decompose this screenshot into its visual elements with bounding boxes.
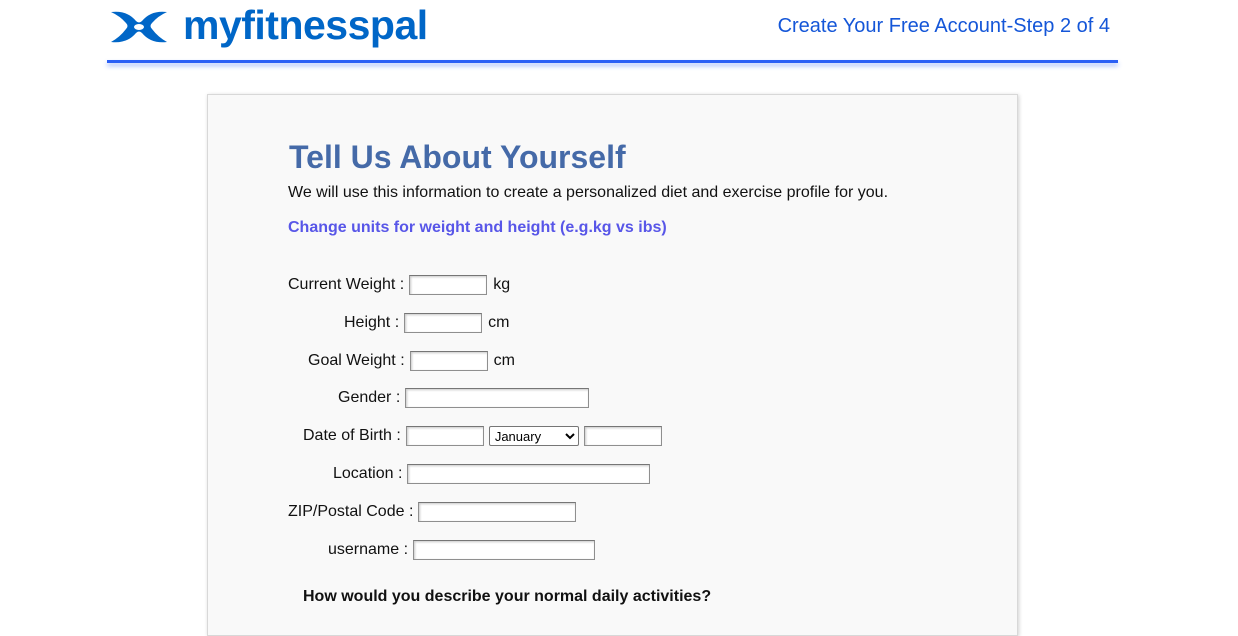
goal-weight-label: Goal Weight :: [308, 352, 405, 369]
gender-label: Gender :: [338, 389, 401, 406]
zip-code-row: ZIP/Postal Code :: [288, 502, 577, 522]
header: myfitnesspal Create Your Free Account-St…: [107, 0, 1118, 66]
date-of-birth-label: Date of Birth :: [303, 427, 401, 444]
location-row: Location :: [333, 464, 651, 484]
location-input[interactable]: [407, 464, 651, 484]
username-input[interactable]: [413, 540, 596, 560]
current-weight-label: Current Weight :: [288, 276, 405, 293]
height-label: Height :: [344, 314, 400, 331]
date-of-birth-row: Date of Birth : January: [303, 426, 662, 446]
current-weight-row: Current Weight : kg: [288, 275, 510, 295]
birth-year-input[interactable]: [583, 426, 662, 446]
location-label: Location :: [333, 465, 403, 482]
goal-weight-unit: cm: [493, 352, 515, 369]
step-indicator: Create Your Free Account-Step 2 of 4: [777, 15, 1110, 37]
username-label: username :: [328, 541, 409, 558]
height-row: Height : cm: [344, 313, 509, 333]
logo[interactable]: myfitnesspal: [109, 2, 428, 48]
intro-text: We will use this information to create a…: [288, 184, 889, 201]
birth-month-select[interactable]: January: [488, 426, 579, 446]
goal-weight-input[interactable]: [409, 351, 488, 371]
current-weight-unit: kg: [493, 276, 511, 293]
change-units-link[interactable]: Change units for weight and height (e.g.…: [288, 219, 667, 237]
zip-code-label: ZIP/Postal Code :: [288, 503, 414, 520]
activity-question: How would you describe your normal daily…: [303, 588, 712, 605]
gender-input[interactable]: [405, 388, 590, 408]
current-weight-input[interactable]: [409, 275, 488, 295]
birth-day-input[interactable]: [405, 426, 484, 446]
under-armour-logo-icon: [111, 11, 167, 43]
height-input[interactable]: [404, 313, 483, 333]
zip-code-input[interactable]: [418, 502, 577, 522]
signup-form-card: Tell Us About Yourself We will use this …: [207, 94, 1018, 636]
gender-row: Gender :: [338, 388, 590, 408]
username-row: username :: [328, 540, 596, 560]
logo-text: myfitnesspal: [183, 2, 428, 48]
page-title: Tell Us About Yourself: [289, 139, 626, 175]
header-divider: [107, 60, 1118, 63]
height-unit: cm: [488, 314, 510, 331]
goal-weight-row: Goal Weight : cm: [308, 351, 515, 371]
